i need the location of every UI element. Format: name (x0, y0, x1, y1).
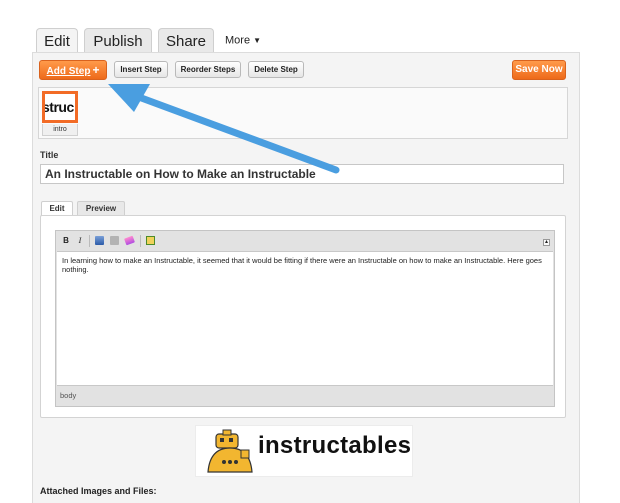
editor-container: B I ▴ In learning how to make an Instruc… (55, 230, 555, 407)
editor-tab-edit[interactable]: Edit (41, 201, 73, 216)
expand-icon[interactable]: ▴ (543, 239, 550, 246)
plus-icon: + (92, 63, 100, 77)
insert-image-icon[interactable] (95, 236, 104, 245)
step-label-intro: intro (42, 124, 78, 136)
step-thumbnail-intro[interactable]: struc (42, 91, 78, 123)
title-label: Title (40, 150, 59, 160)
editor-panel: Add Step + Insert Step Reorder Steps Dele… (32, 52, 580, 503)
caret-down-icon: ▼ (253, 36, 261, 45)
insert-file-icon[interactable] (110, 236, 119, 245)
toolbar-divider (89, 235, 90, 247)
editor-tab-preview[interactable]: Preview (77, 201, 125, 216)
attached-files-heading: Attached Images and Files: (40, 486, 157, 496)
tab-publish[interactable]: Publish (84, 28, 152, 53)
body-textarea[interactable]: In learning how to make an Instructable,… (57, 251, 553, 386)
tab-share[interactable]: Share (158, 28, 214, 53)
bold-button[interactable]: B (60, 235, 72, 247)
insert-table-icon[interactable] (146, 236, 155, 245)
main-tabs: Edit Publish Share More ▼ (36, 28, 576, 53)
delete-step-button[interactable]: Delete Step (248, 61, 304, 78)
add-step-button[interactable]: Add Step + (39, 60, 107, 80)
editor-status-path: body (60, 391, 77, 400)
more-label: More (225, 34, 251, 47)
tab-edit[interactable]: Edit (36, 28, 78, 53)
save-now-button[interactable]: Save Now (512, 60, 566, 80)
logo-wordmark: instructables (258, 432, 412, 459)
steps-strip: struc intro (38, 87, 568, 139)
italic-button[interactable]: I (74, 235, 86, 247)
rich-text-editor: B I ▴ In learning how to make an Instruc… (40, 215, 566, 418)
eraser-icon[interactable] (124, 235, 135, 246)
robot-mascot-icon (207, 429, 253, 473)
insert-step-button[interactable]: Insert Step (114, 61, 168, 78)
thumbnail-text: struc (42, 99, 74, 115)
tab-more[interactable]: More ▼ (225, 28, 261, 53)
add-step-label: Add Step (46, 66, 91, 77)
reorder-steps-button[interactable]: Reorder Steps (175, 61, 241, 78)
instructables-logo: instructables (195, 425, 413, 477)
title-input[interactable]: An Instructable on How to Make an Instru… (40, 164, 564, 184)
formatting-toolbar: B I ▴ (56, 231, 554, 251)
toolbar-divider (140, 235, 141, 247)
